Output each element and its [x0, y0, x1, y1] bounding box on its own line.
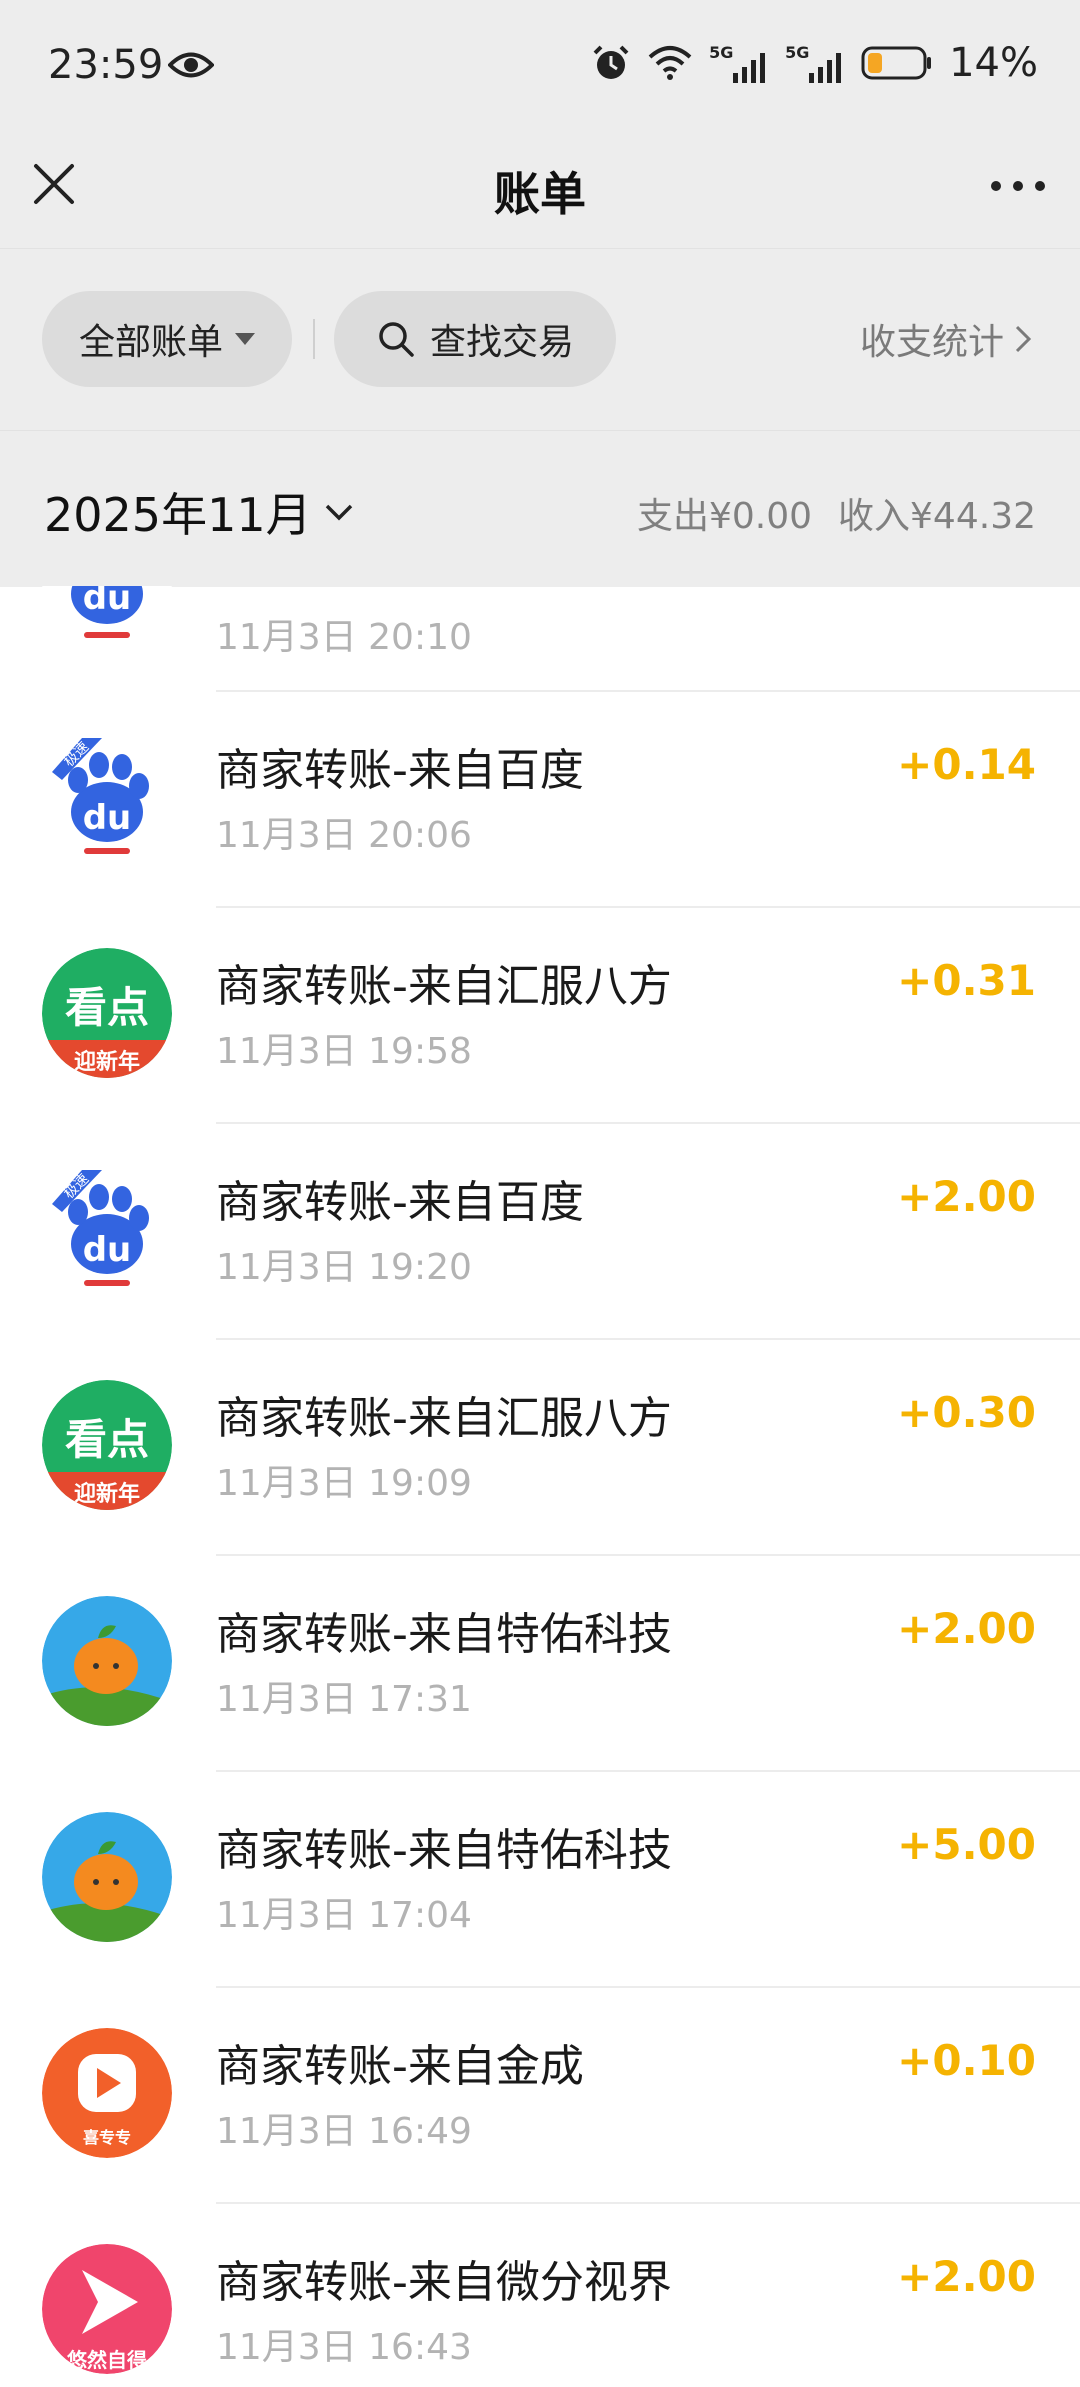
transaction-title: 商家转账-来自微分视界 — [216, 2257, 672, 2308]
orange-logo-icon — [42, 1812, 172, 1942]
kandian-logo-text: 看点 — [64, 1415, 149, 1464]
network-label: 5G — [785, 43, 810, 62]
play-logo-icon: 喜专专 — [42, 2028, 172, 2158]
transaction-time: 11月3日 19:58 — [216, 1031, 472, 1072]
play-logo-subtext: 喜专专 — [82, 2128, 131, 2147]
orange-logo-graphic — [42, 1812, 172, 1942]
month-bar: 2025年11月 支出¥0.00 收入¥44.32 — [0, 430, 1080, 587]
signal-icon — [809, 53, 842, 83]
transaction-row[interactable]: du 极速 商家转账-来自百度 11月3日 19:20 +2.00 — [0, 1124, 1080, 1340]
transaction-title: 商家转账-来自金成 — [216, 2041, 584, 2092]
stats-link[interactable]: 收支统计 — [860, 313, 1032, 365]
transaction-row[interactable]: 商家转账-来自特佑科技 11月3日 17:31 +2.00 — [0, 1556, 1080, 1772]
baidu-logo-text: du — [82, 1230, 132, 1270]
network-label: 5G — [709, 43, 734, 62]
page-title: 账单 — [494, 167, 586, 221]
kandian-logo-subtext: 迎新年 — [73, 1482, 140, 1507]
kandian-logo-subtext: 迎新年 — [73, 1050, 140, 1075]
baidu-logo-text: du — [82, 798, 132, 838]
transaction-amount: +5.00 — [897, 1820, 1036, 1869]
wifi-icon — [648, 46, 692, 80]
search-icon — [379, 322, 414, 357]
month-selector[interactable]: 2025年11月 — [44, 479, 354, 545]
battery-icon — [861, 46, 932, 80]
search-label: 查找交易 — [429, 322, 574, 363]
transaction-time: 11月3日 17:31 — [216, 1679, 472, 1720]
all-bills-filter[interactable]: 全部账单 — [42, 291, 292, 387]
transaction-title: 商家转账-来自百度 — [216, 1177, 584, 1228]
filter-bar: 全部账单 查找交易 收支统计 — [0, 248, 1080, 431]
kandian-logo-icon: 看点 迎新年 — [42, 948, 172, 1078]
transaction-time: 11月3日 16:43 — [216, 2327, 472, 2368]
transaction-title: 商家转账-来自汇服八方 — [216, 961, 672, 1012]
transaction-row[interactable]: du 极速 商家转账-来自百度 11月3日 20:06 +0.14 — [0, 692, 1080, 908]
transaction-amount: +0.10 — [897, 2036, 1036, 2085]
transaction-title: 商家转账-来自汇服八方 — [216, 1393, 672, 1444]
transaction-time: 11月3日 16:49 — [216, 2111, 472, 2152]
transaction-row[interactable]: 悠然自得 商家转账-来自微分视界 11月3日 16:43 +2.00 — [0, 2204, 1080, 2387]
transaction-amount: +2.00 — [897, 1604, 1036, 1653]
eye-icon — [168, 52, 214, 78]
orange-logo-icon — [42, 1596, 172, 1726]
transaction-amount: +0.31 — [897, 956, 1036, 1005]
month-label: 2025年11月 — [44, 488, 312, 542]
all-bills-label: 全部账单 — [78, 322, 223, 363]
transaction-time: 11月3日 20:10 — [216, 617, 472, 658]
transaction-title: 商家转账-来自特佑科技 — [216, 1609, 672, 1660]
baidu-logo-icon: du 极速 — [42, 732, 172, 862]
signal-icon — [733, 53, 766, 83]
income-total: 收入¥44.32 — [838, 496, 1036, 537]
battery-percent: 14% — [949, 40, 1038, 86]
transaction-time: 11月3日 20:06 — [216, 815, 472, 856]
transaction-row[interactable]: 看点 迎新年 商家转账-来自汇服八方 11月3日 19:09 +0.30 — [0, 1340, 1080, 1556]
caret-down-icon — [235, 333, 255, 345]
list-item[interactable]: du 11月3日 20:10 — [0, 586, 1080, 692]
youran-logo-subtext: 悠然自得 — [67, 2348, 147, 2372]
kandian-logo-icon: 看点 迎新年 — [42, 1380, 172, 1510]
more-icon[interactable] — [986, 166, 1050, 206]
transaction-row[interactable]: 商家转账-来自特佑科技 11月3日 17:04 +5.00 — [0, 1772, 1080, 1988]
baidu-logo-text: du — [82, 586, 132, 618]
status-icons: 5G 5G 14% — [591, 40, 1038, 86]
signal-5g-2: 5G — [785, 43, 845, 83]
divider — [313, 319, 315, 359]
alarm-icon — [593, 45, 629, 79]
transaction-amount: +0.14 — [897, 740, 1036, 789]
transaction-amount: +2.00 — [897, 1172, 1036, 1221]
youran-logo-icon: 悠然自得 — [42, 2244, 172, 2374]
transaction-list: du 11月3日 20:10 du 极速 商家转账-来自百度 11月3日 20:… — [0, 586, 1080, 2387]
expense-total: 支出¥0.00 — [636, 496, 813, 537]
transaction-row[interactable]: 喜专专 商家转账-来自金成 11月3日 16:49 +0.10 — [0, 1988, 1080, 2204]
baidu-logo-icon: du 极速 — [42, 1164, 172, 1294]
transaction-row[interactable]: 看点 迎新年 商家转账-来自汇服八方 11月3日 19:58 +0.31 — [0, 908, 1080, 1124]
status-bar: 23:59 5G 5G 14% — [0, 0, 1080, 140]
transaction-time: 11月3日 19:09 — [216, 1463, 472, 1504]
transaction-title: 商家转账-来自百度 — [216, 745, 584, 796]
transaction-time: 11月3日 19:20 — [216, 1247, 472, 1288]
transaction-amount: +2.00 — [897, 2252, 1036, 2301]
chevron-down-icon — [325, 504, 352, 521]
orange-logo-graphic — [42, 1596, 172, 1726]
chevron-right-icon — [1015, 325, 1032, 353]
transaction-amount: +0.30 — [897, 1388, 1036, 1437]
status-time: 23:59 — [48, 42, 164, 88]
baidu-logo-graphic — [42, 1164, 172, 1294]
nav-bar: 账单 — [0, 140, 1080, 248]
baidu-logo-graphic — [42, 732, 172, 862]
transaction-title: 商家转账-来自特佑科技 — [216, 1825, 672, 1876]
kandian-logo-text: 看点 — [64, 983, 149, 1032]
stats-label: 收支统计 — [859, 322, 1004, 363]
signal-5g-1: 5G — [709, 43, 769, 83]
month-summary: 支出¥0.00 收入¥44.32 — [637, 487, 1036, 539]
search-transactions-button[interactable]: 查找交易 — [334, 291, 616, 387]
transaction-time: 11月3日 17:04 — [216, 1895, 472, 1936]
baidu-logo-icon: du — [42, 586, 172, 646]
